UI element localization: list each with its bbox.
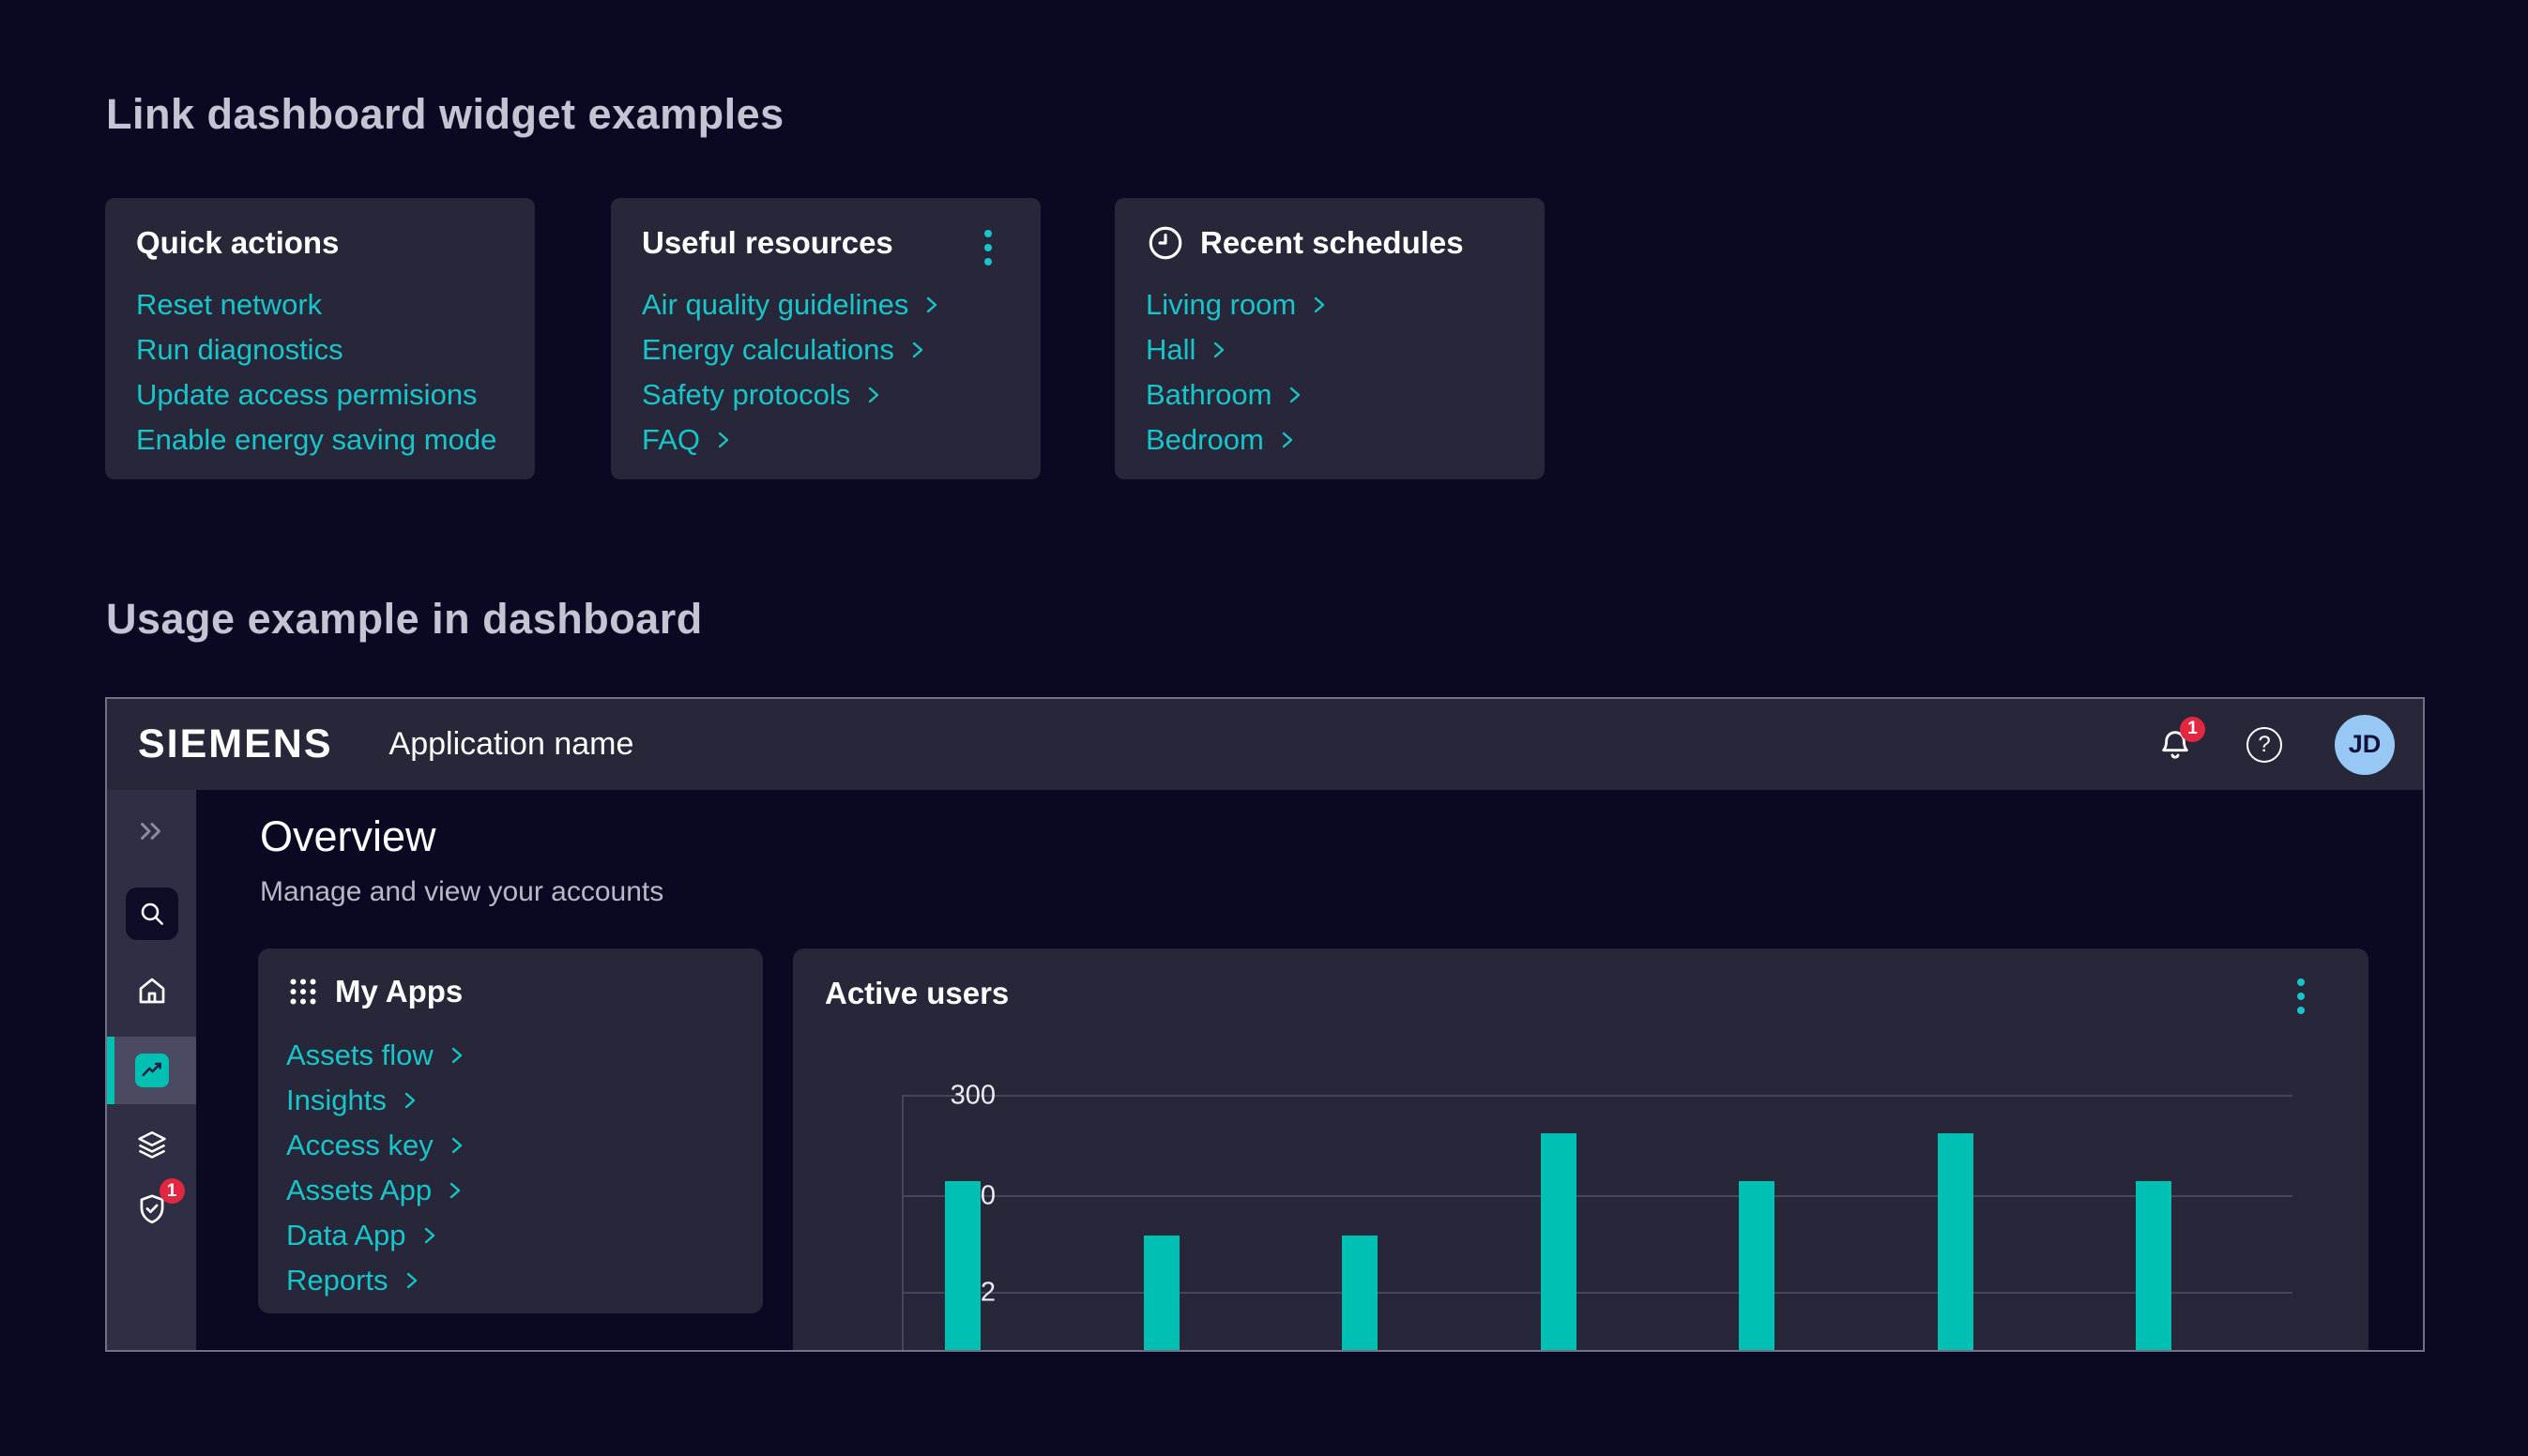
sidebar-item-security[interactable]: 1 — [134, 1191, 170, 1227]
link-bathroom[interactable]: Bathroom — [1146, 378, 1302, 412]
chevron-right-icon — [423, 1225, 436, 1246]
link-safety-protocols[interactable]: Safety protocols — [642, 378, 880, 412]
link-faq[interactable]: FAQ — [642, 423, 730, 457]
chevron-right-icon — [450, 1045, 464, 1066]
link-air-quality-guidelines[interactable]: Air quality guidelines — [642, 288, 938, 322]
bar — [2136, 1181, 2171, 1352]
link-hall[interactable]: Hall — [1146, 333, 1226, 367]
usage-section-title: Usage example in dashboard — [106, 595, 703, 644]
chevron-right-icon — [1212, 340, 1226, 360]
layers-icon — [135, 1128, 169, 1161]
sidebar-search-button[interactable] — [126, 887, 178, 940]
chevron-right-icon — [405, 1270, 419, 1291]
link-data-app[interactable]: Data App — [286, 1219, 436, 1252]
link-living-room[interactable]: Living room — [1146, 288, 1326, 322]
chevron-right-icon — [1288, 385, 1302, 405]
trend-chart-icon — [135, 1054, 169, 1087]
active-indicator — [107, 1037, 114, 1104]
link-assets-app[interactable]: Assets App — [286, 1174, 462, 1207]
chevron-right-icon — [867, 385, 880, 405]
link-bedroom[interactable]: Bedroom — [1146, 423, 1294, 457]
app-header: SIEMENS Application name 1 ? JD — [107, 699, 2423, 790]
link-enable-energy-saving-mode[interactable]: Enable energy saving mode — [136, 423, 496, 457]
bar — [945, 1181, 981, 1352]
y-tick-300: 300 — [917, 1081, 996, 1112]
user-avatar[interactable]: JD — [2335, 715, 2395, 775]
chevron-right-icon — [404, 1090, 417, 1111]
useful-resources-card: Useful resources Air quality guidelines … — [611, 198, 1041, 479]
chevron-right-icon — [911, 340, 924, 360]
chevron-right-icon — [925, 295, 938, 315]
chevron-right-icon — [717, 430, 730, 450]
gridline-12: 12 — [902, 1292, 2292, 1294]
help-button[interactable]: ? — [2246, 727, 2282, 763]
sidebar-item-home[interactable] — [135, 974, 169, 1008]
active-users-card: Active users 300 250 12 — [793, 948, 2368, 1352]
sidebar-expand-button[interactable] — [135, 814, 169, 848]
dashboard-frame: SIEMENS Application name 1 ? JD — [105, 697, 2425, 1352]
bar — [1144, 1236, 1180, 1352]
chevron-right-icon — [450, 1135, 464, 1156]
chevron-right-icon — [1281, 430, 1294, 450]
y-axis-line — [902, 1095, 904, 1352]
main-content: Overview Manage and view your accounts M… — [196, 790, 2423, 1352]
gridline-250: 250 — [902, 1195, 2292, 1197]
page-subtitle: Manage and view your accounts — [260, 876, 663, 908]
help-icon: ? — [2246, 727, 2282, 763]
search-icon — [137, 899, 167, 929]
my-apps-card: My Apps Assets flow Insights Access key … — [258, 948, 763, 1313]
page-title: Overview — [260, 812, 436, 861]
bar — [1342, 1236, 1378, 1352]
link-update-access-permisions[interactable]: Update access permisions — [136, 378, 478, 412]
kebab-menu-icon[interactable] — [969, 226, 1007, 269]
link-access-key[interactable]: Access key — [286, 1129, 464, 1162]
bar — [1541, 1133, 1576, 1352]
notifications-button[interactable]: 1 — [2156, 726, 2194, 764]
sidebar-item-analytics[interactable] — [107, 1037, 196, 1104]
quick-actions-card: Quick actions Reset network Run diagnost… — [105, 198, 535, 479]
bar — [1938, 1133, 1973, 1352]
widgets-section-title: Link dashboard widget examples — [106, 90, 784, 139]
application-name: Application name — [389, 726, 634, 763]
link-reset-network[interactable]: Reset network — [136, 288, 322, 322]
home-icon — [135, 974, 169, 1008]
recent-schedules-title: Recent schedules — [1200, 225, 1464, 261]
link-energy-calculations[interactable]: Energy calculations — [642, 333, 924, 367]
quick-actions-title: Quick actions — [136, 225, 339, 261]
useful-resources-title: Useful resources — [642, 225, 893, 261]
recent-schedules-card: Recent schedules Living room Hall Bathro… — [1115, 198, 1545, 479]
bar-chart: 300 250 12 — [793, 948, 2368, 1352]
chevron-right-icon — [449, 1180, 462, 1201]
link-run-diagnostics[interactable]: Run diagnostics — [136, 333, 343, 367]
clock-icon — [1146, 223, 1185, 263]
bar — [1739, 1181, 1774, 1352]
notification-badge: 1 — [2180, 717, 2205, 742]
link-insights[interactable]: Insights — [286, 1084, 417, 1117]
gridline-300: 300 — [902, 1095, 2292, 1097]
security-badge: 1 — [160, 1178, 185, 1204]
link-assets-flow[interactable]: Assets flow — [286, 1039, 464, 1072]
chevron-right-icon — [1313, 295, 1326, 315]
link-reports[interactable]: Reports — [286, 1264, 419, 1297]
apps-grid-icon — [286, 975, 320, 1009]
sidebar-item-layers[interactable] — [135, 1128, 169, 1161]
my-apps-title: My Apps — [335, 974, 463, 1009]
siemens-logo: SIEMENS — [138, 721, 333, 767]
double-chevron-right-icon — [135, 814, 169, 848]
sidebar: 1 — [107, 790, 196, 1352]
